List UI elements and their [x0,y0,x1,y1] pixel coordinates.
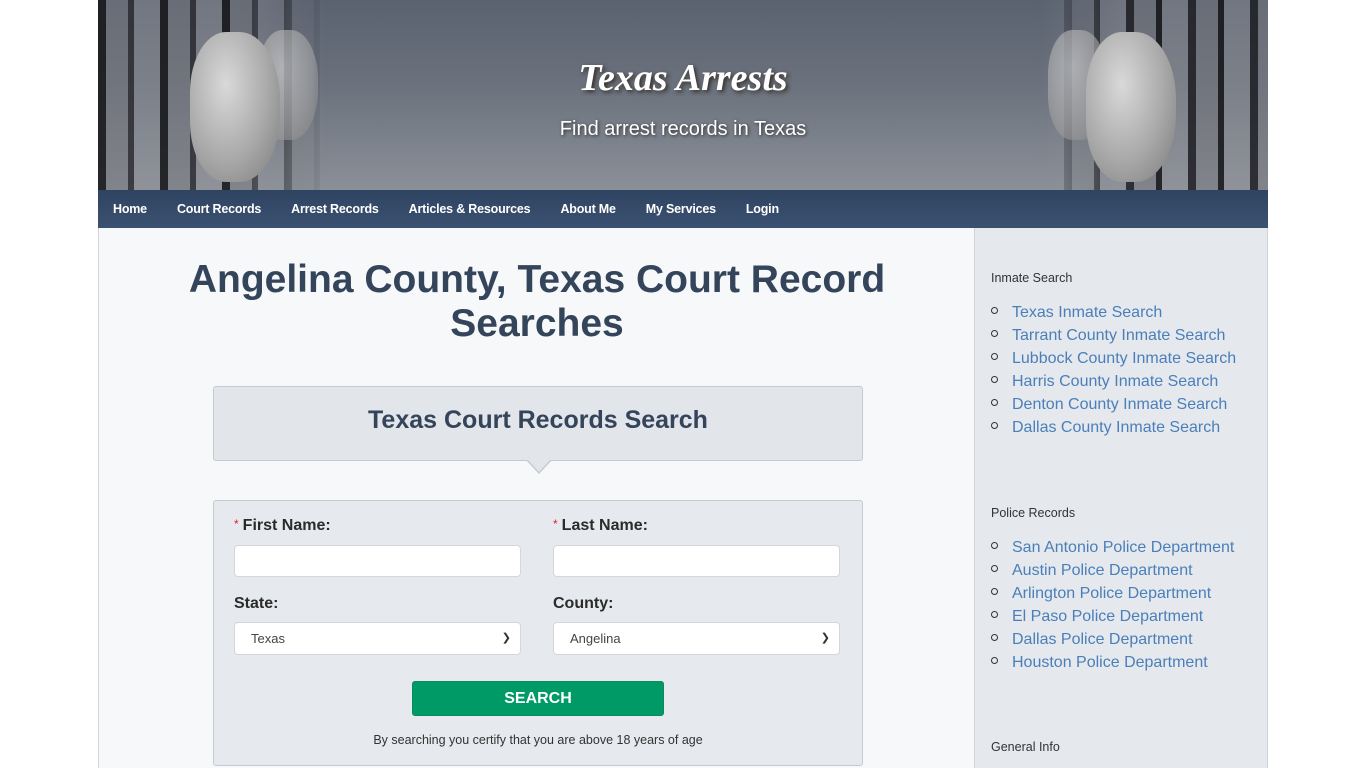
main-nav: Home Court Records Arrest Records Articl… [98,190,1268,228]
sidebar-link[interactable]: Houston Police Department [1012,654,1208,671]
circle-bullet-icon [991,307,998,315]
page-title: Angelina County, Texas Court Record Sear… [188,258,886,345]
nav-home[interactable]: Home [98,190,162,228]
search-box-title: Texas Court Records Search [368,406,708,434]
last-name-input[interactable] [553,545,840,577]
circle-bullet-icon [991,353,998,361]
first-name-label: * First Name: [234,517,331,535]
sidebar-heading-police-records: Police Records [991,506,1076,520]
sidebar-link[interactable]: Arlington Police Department [1012,585,1211,602]
circle-bullet-icon [991,542,998,550]
state-label: State: [234,595,279,612]
chevron-down-icon: ❯ [820,632,830,644]
nav-about-me[interactable]: About Me [545,190,630,228]
court-records-search-form: * First Name: * Last Name: State: Texas ❯ … [213,500,863,766]
last-name-label: * Last Name: [553,517,648,535]
sidebar-link-item: Dallas Police Department [991,628,1234,651]
sidebar-link-item: Tarrant County Inmate Search [991,324,1236,347]
nav-arrest-records[interactable]: Arrest Records [276,190,394,228]
last-name-label-text: Last Name: [561,517,648,534]
first-name-input[interactable] [234,545,521,577]
nav-my-services[interactable]: My Services [631,190,731,228]
site-tagline: Find arrest records in Texas [559,118,807,140]
sidebar-heading-general-info: General Info [991,740,1060,754]
sidebar-link-item: Denton County Inmate Search [991,393,1236,416]
sidebar-link[interactable]: Denton County Inmate Search [1012,396,1227,413]
required-marker: * [234,517,239,531]
county-select[interactable]: Angelina ❯ [553,622,840,655]
circle-bullet-icon [991,376,998,384]
sidebar-link[interactable]: Lubbock County Inmate Search [1012,350,1236,367]
sidebar-link[interactable]: Harris County Inmate Search [1012,373,1218,390]
pointer-arrow [526,459,552,474]
sidebar-link[interactable]: El Paso Police Department [1012,608,1203,625]
search-box-header: Texas Court Records Search [213,386,863,474]
sidebar-link-item: Texas Inmate Search [991,301,1236,324]
police-records-links: San Antonio Police Department Austin Pol… [991,536,1234,674]
circle-bullet-icon [991,611,998,619]
sidebar-link[interactable]: Tarrant County Inmate Search [1012,327,1225,344]
page: Texas Arrests Find arrest records in Tex… [98,0,1268,768]
circle-bullet-icon [991,588,998,596]
sidebar-link-item: El Paso Police Department [991,605,1234,628]
county-label: County: [553,595,614,612]
sidebar-link-item: Lubbock County Inmate Search [991,347,1236,370]
sidebar-heading-inmate-search: Inmate Search [991,271,1073,285]
sidebar-link-item: Harris County Inmate Search [991,370,1236,393]
sidebar-link-item: Dallas County Inmate Search [991,416,1236,439]
first-name-label-text: First Name: [242,517,331,534]
sidebar-link-item: Austin Police Department [991,559,1234,582]
sidebar-link[interactable]: San Antonio Police Department [1012,539,1234,556]
sidebar-link-item: Arlington Police Department [991,582,1234,605]
sidebar-link-item: Houston Police Department [991,651,1234,674]
sidebar-link[interactable]: Austin Police Department [1012,562,1193,579]
required-marker: * [553,517,558,531]
circle-bullet-icon [991,657,998,665]
hand-image-right [1086,32,1176,182]
state-select-value: Texas [251,631,285,646]
sidebar-link-item: San Antonio Police Department [991,536,1234,559]
nav-court-records[interactable]: Court Records [162,190,276,228]
sidebar-link[interactable]: Dallas County Inmate Search [1012,419,1220,436]
search-button[interactable]: SEARCH [412,681,664,716]
circle-bullet-icon [991,565,998,573]
sidebar: Inmate Search Texas Inmate Search Tarran… [974,228,1268,768]
site-header: Texas Arrests Find arrest records in Tex… [98,0,1268,190]
circle-bullet-icon [991,422,998,430]
state-select[interactable]: Texas ❯ [234,622,521,655]
main-content: Angelina County, Texas Court Record Sear… [98,228,975,768]
nav-login[interactable]: Login [731,190,794,228]
circle-bullet-icon [991,330,998,338]
nav-articles-resources[interactable]: Articles & Resources [394,190,546,228]
chevron-down-icon: ❯ [501,632,511,644]
county-select-value: Angelina [570,631,621,646]
hand-image-left [190,32,280,182]
circle-bullet-icon [991,399,998,407]
circle-bullet-icon [991,634,998,642]
inmate-search-links: Texas Inmate Search Tarrant County Inmat… [991,301,1236,439]
site-title[interactable]: Texas Arrests [98,56,1268,100]
sidebar-link[interactable]: Dallas Police Department [1012,631,1193,648]
age-certification-note: By searching you certify that you are ab… [373,733,703,747]
sidebar-link[interactable]: Texas Inmate Search [1012,304,1162,321]
